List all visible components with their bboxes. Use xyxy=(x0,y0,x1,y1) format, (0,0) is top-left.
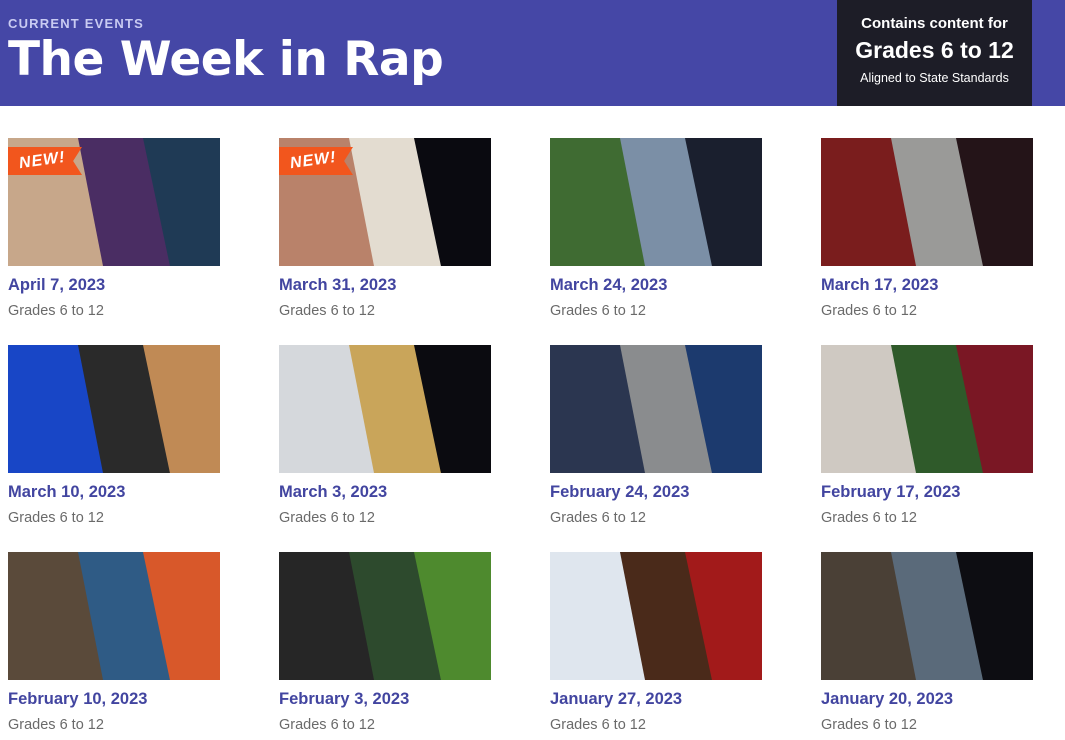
episode-thumbnail[interactable]: NEW! xyxy=(8,138,220,266)
episode-date-link[interactable]: March 24, 2023 xyxy=(550,276,762,295)
section-eyebrow: CURRENT EVENTS xyxy=(8,16,144,31)
episode-thumbnail[interactable] xyxy=(550,138,762,266)
episode-grades: Grades 6 to 12 xyxy=(550,717,646,733)
new-badge: NEW! xyxy=(8,147,82,175)
episode-date-link[interactable]: February 10, 2023 xyxy=(8,690,220,709)
episode-thumbnail[interactable] xyxy=(550,552,762,680)
episode-date-link[interactable]: March 31, 2023 xyxy=(279,276,491,295)
page-header: CURRENT EVENTS The Week in Rap Contains … xyxy=(0,0,1065,106)
episode-card: February 3, 2023 Grades 6 to 12 xyxy=(279,552,491,733)
grade-box-intro: Contains content for xyxy=(861,15,1008,32)
episode-date-link[interactable]: January 27, 2023 xyxy=(550,690,762,709)
grade-box-standards: Aligned to State Standards xyxy=(860,71,1009,85)
episode-card: NEW! March 31, 2023 Grades 6 to 12 xyxy=(279,138,491,319)
episode-date-link[interactable]: February 3, 2023 xyxy=(279,690,491,709)
episode-thumbnail[interactable]: NEW! xyxy=(279,138,491,266)
episode-date-link[interactable]: April 7, 2023 xyxy=(8,276,220,295)
episode-grades: Grades 6 to 12 xyxy=(8,303,104,319)
episode-date-link[interactable]: March 3, 2023 xyxy=(279,483,491,502)
episode-date-link[interactable]: March 17, 2023 xyxy=(821,276,1033,295)
episode-date-link[interactable]: March 10, 2023 xyxy=(8,483,220,502)
grade-level-box: Contains content for Grades 6 to 12 Alig… xyxy=(837,0,1032,106)
episode-grades: Grades 6 to 12 xyxy=(279,510,375,526)
episode-grades: Grades 6 to 12 xyxy=(550,303,646,319)
episode-thumbnail[interactable] xyxy=(821,138,1033,266)
new-badge-label: NEW! xyxy=(17,148,67,173)
new-badge-label: NEW! xyxy=(288,148,338,173)
episode-thumbnail[interactable] xyxy=(821,345,1033,473)
episode-card: February 17, 2023 Grades 6 to 12 xyxy=(821,345,1033,526)
episode-card: January 27, 2023 Grades 6 to 12 xyxy=(550,552,762,733)
episode-thumbnail[interactable] xyxy=(279,345,491,473)
episode-thumbnail[interactable] xyxy=(821,552,1033,680)
episode-grades: Grades 6 to 12 xyxy=(8,717,104,733)
episode-thumbnail[interactable] xyxy=(8,345,220,473)
episode-grades: Grades 6 to 12 xyxy=(8,510,104,526)
episode-grades: Grades 6 to 12 xyxy=(279,717,375,733)
episode-thumbnail[interactable] xyxy=(8,552,220,680)
episode-grades: Grades 6 to 12 xyxy=(821,717,917,733)
episode-thumbnail[interactable] xyxy=(550,345,762,473)
episode-card: March 17, 2023 Grades 6 to 12 xyxy=(821,138,1033,319)
episode-card: March 3, 2023 Grades 6 to 12 xyxy=(279,345,491,526)
page-title: The Week in Rap xyxy=(8,32,444,87)
episode-card: March 10, 2023 Grades 6 to 12 xyxy=(8,345,220,526)
episode-grades: Grades 6 to 12 xyxy=(550,510,646,526)
episode-date-link[interactable]: February 17, 2023 xyxy=(821,483,1033,502)
episode-card: NEW! April 7, 2023 Grades 6 to 12 xyxy=(8,138,220,319)
episode-card: February 10, 2023 Grades 6 to 12 xyxy=(8,552,220,733)
new-badge: NEW! xyxy=(279,147,353,175)
episode-card: January 20, 2023 Grades 6 to 12 xyxy=(821,552,1033,733)
episode-grades: Grades 6 to 12 xyxy=(821,510,917,526)
episode-grades: Grades 6 to 12 xyxy=(821,303,917,319)
episode-grades: Grades 6 to 12 xyxy=(279,303,375,319)
episode-card: February 24, 2023 Grades 6 to 12 xyxy=(550,345,762,526)
episode-thumbnail[interactable] xyxy=(279,552,491,680)
episode-card: March 24, 2023 Grades 6 to 12 xyxy=(550,138,762,319)
episode-date-link[interactable]: February 24, 2023 xyxy=(550,483,762,502)
episode-date-link[interactable]: January 20, 2023 xyxy=(821,690,1033,709)
grade-box-grades: Grades 6 to 12 xyxy=(855,37,1014,63)
